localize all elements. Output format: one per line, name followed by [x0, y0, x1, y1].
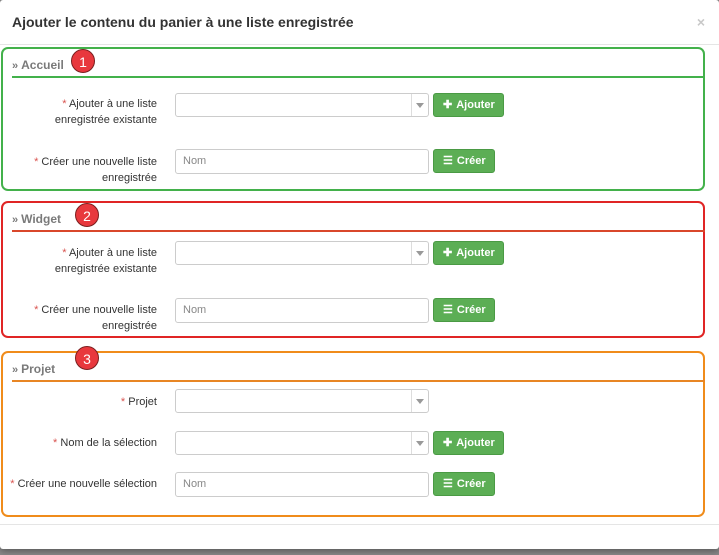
- create-button[interactable]: ☰ Créer: [433, 149, 495, 173]
- annotation-badge: 1: [71, 49, 95, 73]
- new-list-name-input[interactable]: Nom: [175, 149, 429, 174]
- add-button-label: Ajouter: [456, 247, 495, 259]
- create-button[interactable]: ☰ Créer: [433, 472, 495, 496]
- label-line: Nom de la sélection: [60, 437, 157, 449]
- label-line: enregistrée: [101, 172, 157, 184]
- label-line: enregistrée: [101, 320, 157, 332]
- create-button-label: Créer: [456, 478, 486, 490]
- label-line: Projet: [128, 396, 157, 408]
- legend-divider: [12, 76, 705, 78]
- required-marker: *: [34, 304, 39, 316]
- list-icon: ☰: [443, 304, 453, 316]
- label-line: enregistrée existante: [54, 263, 157, 275]
- add-button-label: Ajouter: [456, 437, 495, 449]
- add-button[interactable]: ✚ Ajouter: [433, 431, 504, 455]
- list-icon: ☰: [443, 155, 453, 167]
- create-button-label: Créer: [456, 155, 486, 167]
- save-to-list-modal: Ajouter le contenu du panier à une liste…: [0, 0, 719, 549]
- label-line: Créer une nouvelle sélection: [17, 478, 157, 490]
- add-existing-list-label: * Ajouter à une liste enregistrée existan…: [20, 96, 157, 128]
- section-legend: » Widget: [12, 212, 61, 226]
- legend-divider: [12, 380, 705, 382]
- projet-select[interactable]: [175, 389, 429, 413]
- annotation-badge: 2: [75, 203, 99, 227]
- required-marker: *: [120, 396, 126, 408]
- create-button-label: Créer: [456, 304, 486, 316]
- add-button-label: Ajouter: [456, 99, 495, 111]
- existing-list-select[interactable]: [175, 241, 429, 265]
- create-new-list-label: * Créer une nouvelle liste enregistrée: [20, 154, 157, 186]
- required-marker: *: [62, 247, 67, 259]
- new-selection-name-input[interactable]: Nom: [175, 472, 429, 497]
- label-line: enregistrée existante: [54, 114, 157, 126]
- double-chevron-right-icon: »: [12, 364, 19, 376]
- existing-list-select[interactable]: [175, 93, 429, 117]
- label-line: Ajouter à une liste: [68, 98, 157, 110]
- required-marker: *: [62, 98, 67, 110]
- caret-down-icon: [411, 432, 428, 454]
- plus-icon: ✚: [443, 99, 453, 111]
- legend-divider: [12, 230, 705, 232]
- create-button[interactable]: ☰ Créer: [433, 298, 495, 322]
- caret-down-icon: [411, 242, 428, 264]
- add-button[interactable]: ✚ Ajouter: [433, 93, 504, 117]
- create-selection-label: * Créer une nouvelle sélection: [6, 476, 157, 492]
- new-list-name-input[interactable]: Nom: [175, 298, 429, 323]
- caret-down-icon: [411, 94, 428, 116]
- label-line: Créer une nouvelle liste: [41, 156, 157, 168]
- plus-icon: ✚: [443, 247, 453, 259]
- section-legend: » Projet: [12, 362, 55, 376]
- list-icon: ☰: [443, 478, 453, 490]
- label-line: Créer une nouvelle liste: [41, 304, 157, 316]
- caret-down-icon: [411, 390, 428, 412]
- create-new-list-label: * Créer une nouvelle liste enregistrée: [20, 302, 157, 334]
- plus-icon: ✚: [443, 437, 453, 449]
- double-chevron-right-icon: »: [12, 60, 19, 72]
- modal-footer-divider: [0, 524, 719, 525]
- modal-title: Ajouter le contenu du panier à une liste…: [12, 14, 354, 30]
- selection-name-select[interactable]: [175, 431, 429, 455]
- label-line: Ajouter à une liste: [68, 247, 157, 259]
- section-legend: » Accueil: [12, 58, 64, 72]
- modal-header: Ajouter le contenu du panier à une liste…: [0, 0, 719, 45]
- required-marker: *: [53, 437, 58, 449]
- projet-label: * Projet: [20, 394, 157, 410]
- section-legend-label: Widget: [21, 212, 62, 226]
- section-legend-label: Accueil: [21, 58, 64, 72]
- section-legend-label: Projet: [21, 362, 56, 376]
- required-marker: *: [34, 156, 39, 168]
- required-marker: *: [10, 478, 15, 490]
- annotation-badge: 3: [75, 346, 99, 370]
- selection-name-label: * Nom de la sélection: [20, 435, 157, 451]
- add-existing-list-label: * Ajouter à une liste enregistrée existan…: [20, 245, 157, 277]
- double-chevron-right-icon: »: [12, 214, 19, 226]
- add-button[interactable]: ✚ Ajouter: [433, 241, 504, 265]
- close-icon[interactable]: ×: [697, 14, 705, 30]
